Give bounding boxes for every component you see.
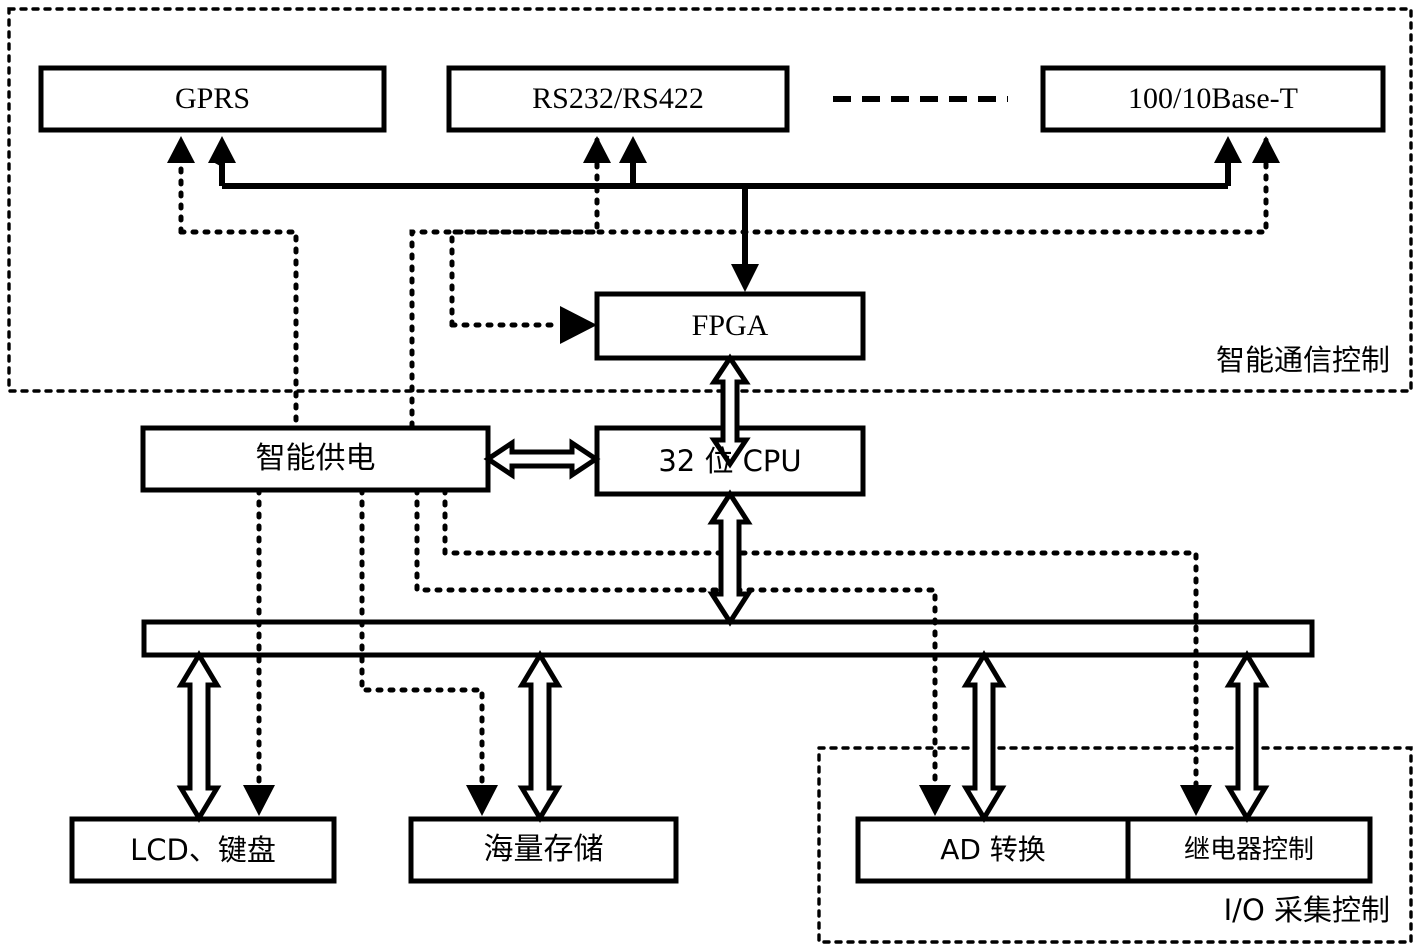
block-bus-shape — [141, 619, 1315, 658]
block-cpu-label: 32 位 CPU — [658, 443, 802, 478]
link-trunk-ethernet-head — [1214, 136, 1242, 163]
link-trunk-fpga-head — [731, 264, 759, 292]
power-feed-gprs-route — [178, 229, 299, 431]
diagram-canvas: GPRS RS232/RS422 100/10Base-T FPGA 32 位 … — [0, 0, 1420, 950]
bidir-bus-storage — [517, 650, 563, 823]
power-feed-adc-head — [919, 785, 951, 816]
region-comm-label: 智能通信控制 — [1215, 342, 1390, 377]
power-feed-fpga-head — [560, 306, 597, 344]
block-ethernet-label: 100/10Base-T — [1128, 82, 1298, 115]
bidir-power-cpu — [483, 438, 601, 480]
power-feed-storage-head — [466, 785, 498, 816]
bidir-cpu-bus — [707, 489, 753, 627]
bidir-bus-lcd — [176, 650, 222, 823]
power-feed-relay-head — [1180, 785, 1212, 816]
power-feed-lcd-head — [243, 785, 275, 816]
block-power-label: 智能供电 — [255, 441, 376, 476]
bidir-bus-relay — [1224, 650, 1270, 823]
block-serial-label: RS232/RS422 — [532, 82, 704, 115]
power-feed-serial-head — [583, 136, 611, 163]
block-adc-label: AD 转换 — [940, 833, 1046, 866]
power-feed-gprs-head — [167, 136, 195, 163]
link-trunk-serial-head — [619, 136, 647, 163]
link-trunk-gprs-head — [208, 136, 236, 163]
block-fpga-label: FPGA — [691, 309, 769, 342]
block-storage-label: 海量存储 — [483, 832, 604, 867]
region-io-label: I/O 采集控制 — [1223, 892, 1390, 927]
block-relay-label: 继电器控制 — [1183, 835, 1314, 865]
bidir-bus-adc — [961, 650, 1007, 823]
block-gprs-label: GPRS — [174, 82, 251, 115]
power-feed-ethernet-head — [1252, 136, 1280, 163]
block-lcd-label: LCD、键盘 — [130, 832, 276, 867]
